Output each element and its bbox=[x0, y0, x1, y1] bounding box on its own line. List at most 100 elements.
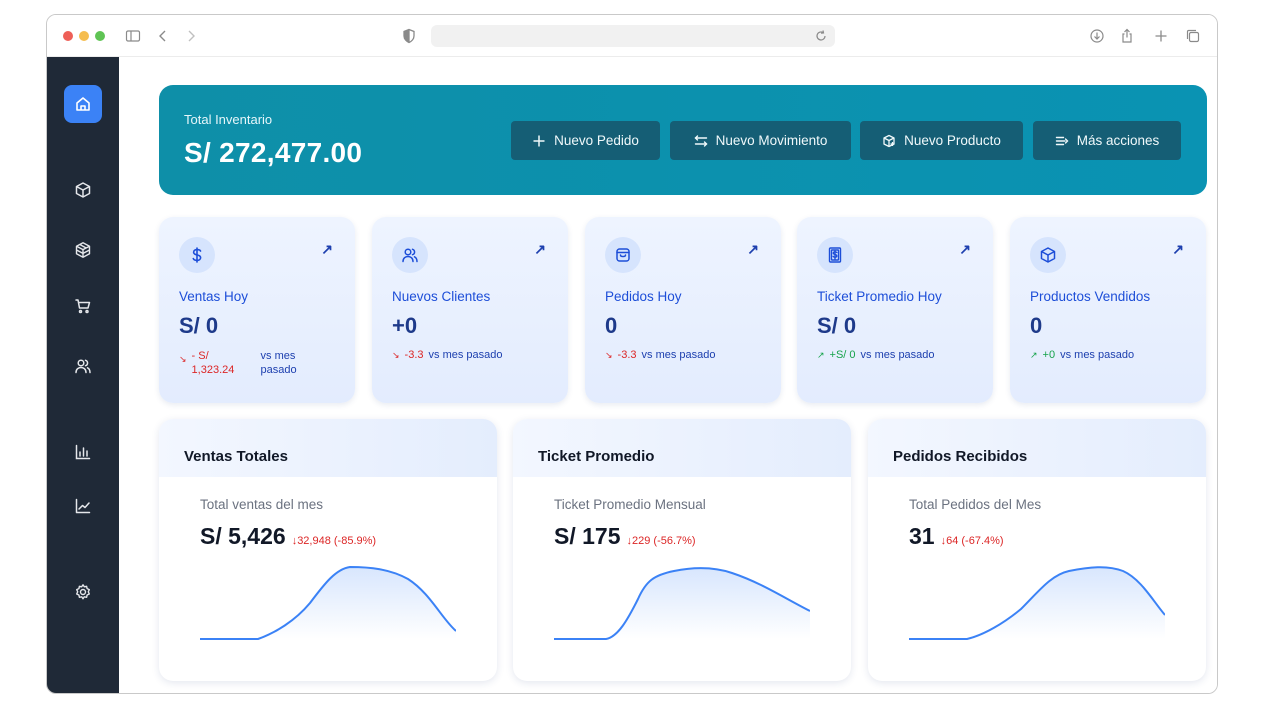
card-subtitle: Ticket Promedio Mensual bbox=[554, 497, 706, 512]
kpi-trend: ↘ -3.3 vs mes pasado bbox=[392, 349, 503, 361]
kpi-title: Productos Vendidos bbox=[1030, 289, 1151, 304]
browser-titlebar bbox=[47, 15, 1217, 57]
new-order-label: Nuevo Pedido bbox=[554, 133, 639, 148]
kpi-trend: ↗ +S/ 0 vs mes pasado bbox=[817, 349, 935, 361]
sidebar-item-reports[interactable] bbox=[64, 433, 102, 471]
maximize-window-button[interactable] bbox=[95, 31, 105, 41]
kpi-title: Nuevos Clientes bbox=[392, 289, 491, 304]
bag-icon bbox=[605, 237, 641, 273]
more-actions-label: Más acciones bbox=[1076, 133, 1160, 148]
orders-received-card[interactable]: Pedidos Recibidos Total Pedidos del Mes … bbox=[868, 419, 1206, 681]
sales-total-card[interactable]: Ventas Totales Total ventas del mes S/ 5… bbox=[159, 419, 497, 681]
kpi-title: Ticket Promedio Hoy bbox=[817, 289, 942, 304]
trend-up-icon: ↗ bbox=[1030, 350, 1038, 360]
average-ticket-card[interactable]: Ticket Promedio Ticket Promedio Mensual … bbox=[513, 419, 851, 681]
card-value: 31 ↓64 (-67.4%) bbox=[909, 523, 1004, 550]
sidebar-item-inventory[interactable] bbox=[64, 231, 102, 269]
box-icon bbox=[75, 182, 91, 198]
kpi-value: 0 bbox=[605, 313, 618, 338]
package-plus-icon bbox=[883, 134, 895, 147]
more-actions-button[interactable]: Más acciones bbox=[1033, 121, 1181, 160]
new-movement-label: Nuevo Movimiento bbox=[715, 133, 828, 148]
kpi-card-new-customers[interactable]: ↗ Nuevos Clientes +0 ↘ -3.3 vs mes pasad… bbox=[372, 217, 568, 403]
sparkline-chart bbox=[909, 566, 1165, 640]
kpi-trend-suffix: vs mes pasado bbox=[428, 349, 503, 361]
kpi-trend-value: +0 bbox=[1042, 349, 1056, 361]
kpi-trend-suffix: vs mes pasado bbox=[260, 350, 297, 376]
kpi-trend: ↘ -3.3 vs mes pasado bbox=[605, 349, 716, 361]
kpi-trend: ↗ +0 vs mes pasado bbox=[1030, 349, 1134, 361]
kpi-value: 0 bbox=[1030, 313, 1043, 338]
minimize-window-button[interactable] bbox=[79, 31, 89, 41]
card-title: Ticket Promedio bbox=[538, 448, 655, 465]
sidebar-item-settings[interactable] bbox=[64, 573, 102, 611]
box-icon bbox=[1030, 237, 1066, 273]
back-icon[interactable] bbox=[153, 26, 173, 46]
cart-icon bbox=[75, 299, 91, 314]
sidebar-toggle-icon[interactable] bbox=[123, 26, 143, 46]
card-main-value: S/ 5,426 bbox=[200, 523, 286, 549]
users-icon bbox=[392, 237, 428, 273]
new-product-label: Nuevo Producto bbox=[904, 133, 1001, 148]
card-title: Pedidos Recibidos bbox=[893, 448, 1028, 465]
bar-chart-icon bbox=[75, 444, 91, 460]
sidebar-item-home[interactable] bbox=[64, 85, 102, 123]
kpi-card-sales-today[interactable]: ↗ Ventas Hoy S/ 0 ↘ - S/ 1,323.24 vs mes… bbox=[159, 217, 355, 403]
sparkline-area bbox=[200, 567, 456, 639]
browser-window: Total Inventario S/ 272,477.00 Nuevo Ped… bbox=[46, 14, 1218, 694]
kpi-trend-suffix: vs mes pasado bbox=[1060, 349, 1135, 361]
plus-icon bbox=[533, 135, 545, 146]
kpi-card-average-ticket-today[interactable]: ↗ Ticket Promedio Hoy S/ 0 ↗ +S/ 0 vs me… bbox=[797, 217, 993, 403]
kpi-card-orders-today[interactable]: ↗ Pedidos Hoy 0 ↘ -3.3 vs mes pasado bbox=[585, 217, 781, 403]
trend-down-icon: ↘ bbox=[179, 354, 187, 364]
kpi-trend-value: -3.3 bbox=[404, 349, 424, 361]
share-icon[interactable] bbox=[1117, 26, 1137, 46]
privacy-shield-icon[interactable] bbox=[399, 26, 419, 46]
card-subtitle: Total ventas del mes bbox=[200, 497, 324, 512]
dashboard-content: Total Inventario S/ 272,477.00 Nuevo Ped… bbox=[119, 57, 1217, 693]
new-tab-icon[interactable] bbox=[1151, 26, 1171, 46]
open-details-arrow-icon[interactable]: ↗ bbox=[321, 241, 333, 258]
kpi-card-products-sold[interactable]: ↗ Productos Vendidos 0 ↗ +0 vs mes pasad… bbox=[1010, 217, 1206, 403]
sidebar-item-orders[interactable] bbox=[64, 287, 102, 325]
kpi-value: S/ 0 bbox=[817, 313, 857, 338]
card-delta: ↓32,948 (-85.9%) bbox=[291, 535, 377, 547]
download-icon[interactable] bbox=[1087, 26, 1107, 46]
receipt-icon bbox=[817, 237, 853, 273]
open-details-arrow-icon[interactable]: ↗ bbox=[747, 241, 759, 258]
sidebar-item-products[interactable] bbox=[64, 171, 102, 209]
boxes-icon bbox=[75, 242, 91, 258]
open-details-arrow-icon[interactable]: ↗ bbox=[1172, 241, 1184, 258]
home-icon bbox=[76, 97, 90, 111]
tab-overview-icon[interactable] bbox=[1183, 26, 1203, 46]
kpi-title: Pedidos Hoy bbox=[605, 289, 682, 304]
settings-icon bbox=[76, 584, 90, 600]
open-details-arrow-icon[interactable]: ↗ bbox=[959, 241, 971, 258]
sidebar-item-customers[interactable] bbox=[64, 347, 102, 385]
swap-icon bbox=[694, 134, 708, 147]
new-order-button[interactable]: Nuevo Pedido bbox=[511, 121, 660, 160]
trend-down-icon: ↘ bbox=[392, 350, 400, 360]
open-details-arrow-icon[interactable]: ↗ bbox=[534, 241, 546, 258]
dollar-icon bbox=[179, 237, 215, 273]
reload-icon[interactable] bbox=[813, 28, 829, 44]
kpi-trend: ↘ - S/ 1,323.24 vs mes pasado bbox=[179, 349, 307, 377]
kpi-trend-value: - S/ 1,323.24 bbox=[191, 350, 235, 376]
card-title: Ventas Totales bbox=[184, 448, 288, 465]
inventory-summary-banner: Total Inventario S/ 272,477.00 Nuevo Ped… bbox=[159, 85, 1207, 195]
forward-icon[interactable] bbox=[181, 26, 201, 46]
card-delta: ↓64 (-67.4%) bbox=[940, 535, 1004, 547]
new-product-button[interactable]: Nuevo Producto bbox=[860, 121, 1023, 160]
card-subtitle: Total Pedidos del Mes bbox=[909, 497, 1042, 512]
kpi-value: +0 bbox=[392, 313, 418, 338]
sparkline-chart bbox=[554, 567, 810, 640]
sidebar bbox=[47, 57, 119, 693]
card-header: Pedidos Recibidos bbox=[868, 419, 1206, 477]
close-window-button[interactable] bbox=[63, 31, 73, 41]
card-value: S/ 175 ↓229 (-56.7%) bbox=[554, 523, 696, 550]
kpi-trend-suffix: vs mes pasado bbox=[860, 349, 935, 361]
kpi-trend-suffix: vs mes pasado bbox=[641, 349, 716, 361]
new-movement-button[interactable]: Nuevo Movimiento bbox=[670, 121, 851, 160]
sidebar-item-analytics[interactable] bbox=[64, 487, 102, 525]
address-bar[interactable] bbox=[431, 25, 835, 47]
